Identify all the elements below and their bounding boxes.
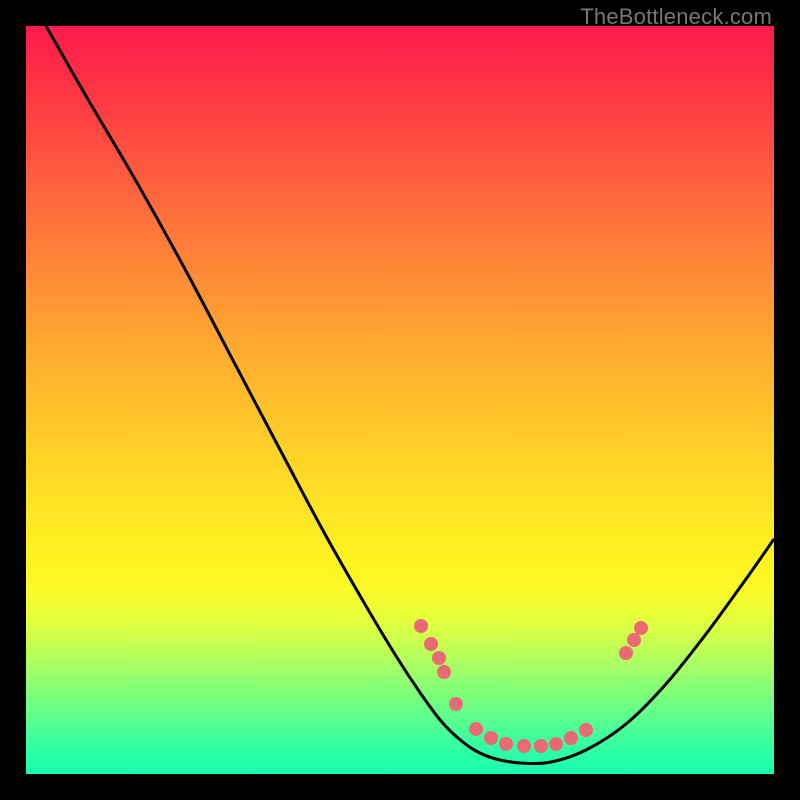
- curve-line: [46, 26, 774, 764]
- marker-dot: [499, 737, 513, 751]
- watermark-text: TheBottleneck.com: [580, 4, 772, 30]
- chart-svg: [26, 26, 774, 774]
- marker-dot: [469, 722, 483, 736]
- marker-dot: [534, 739, 548, 753]
- marker-dot: [414, 619, 428, 633]
- marker-dot: [627, 633, 641, 647]
- plot-area: [26, 26, 774, 774]
- marker-dot: [484, 731, 498, 745]
- marker-dot: [564, 731, 578, 745]
- marker-dot: [449, 697, 463, 711]
- marker-dot: [549, 737, 563, 751]
- marker-dot: [432, 651, 446, 665]
- marker-dot: [579, 723, 593, 737]
- marker-dot: [619, 646, 633, 660]
- marker-dot: [634, 621, 648, 635]
- marker-dot: [437, 665, 451, 679]
- marker-dot: [517, 739, 531, 753]
- marker-dot: [424, 637, 438, 651]
- chart-frame: [26, 26, 774, 774]
